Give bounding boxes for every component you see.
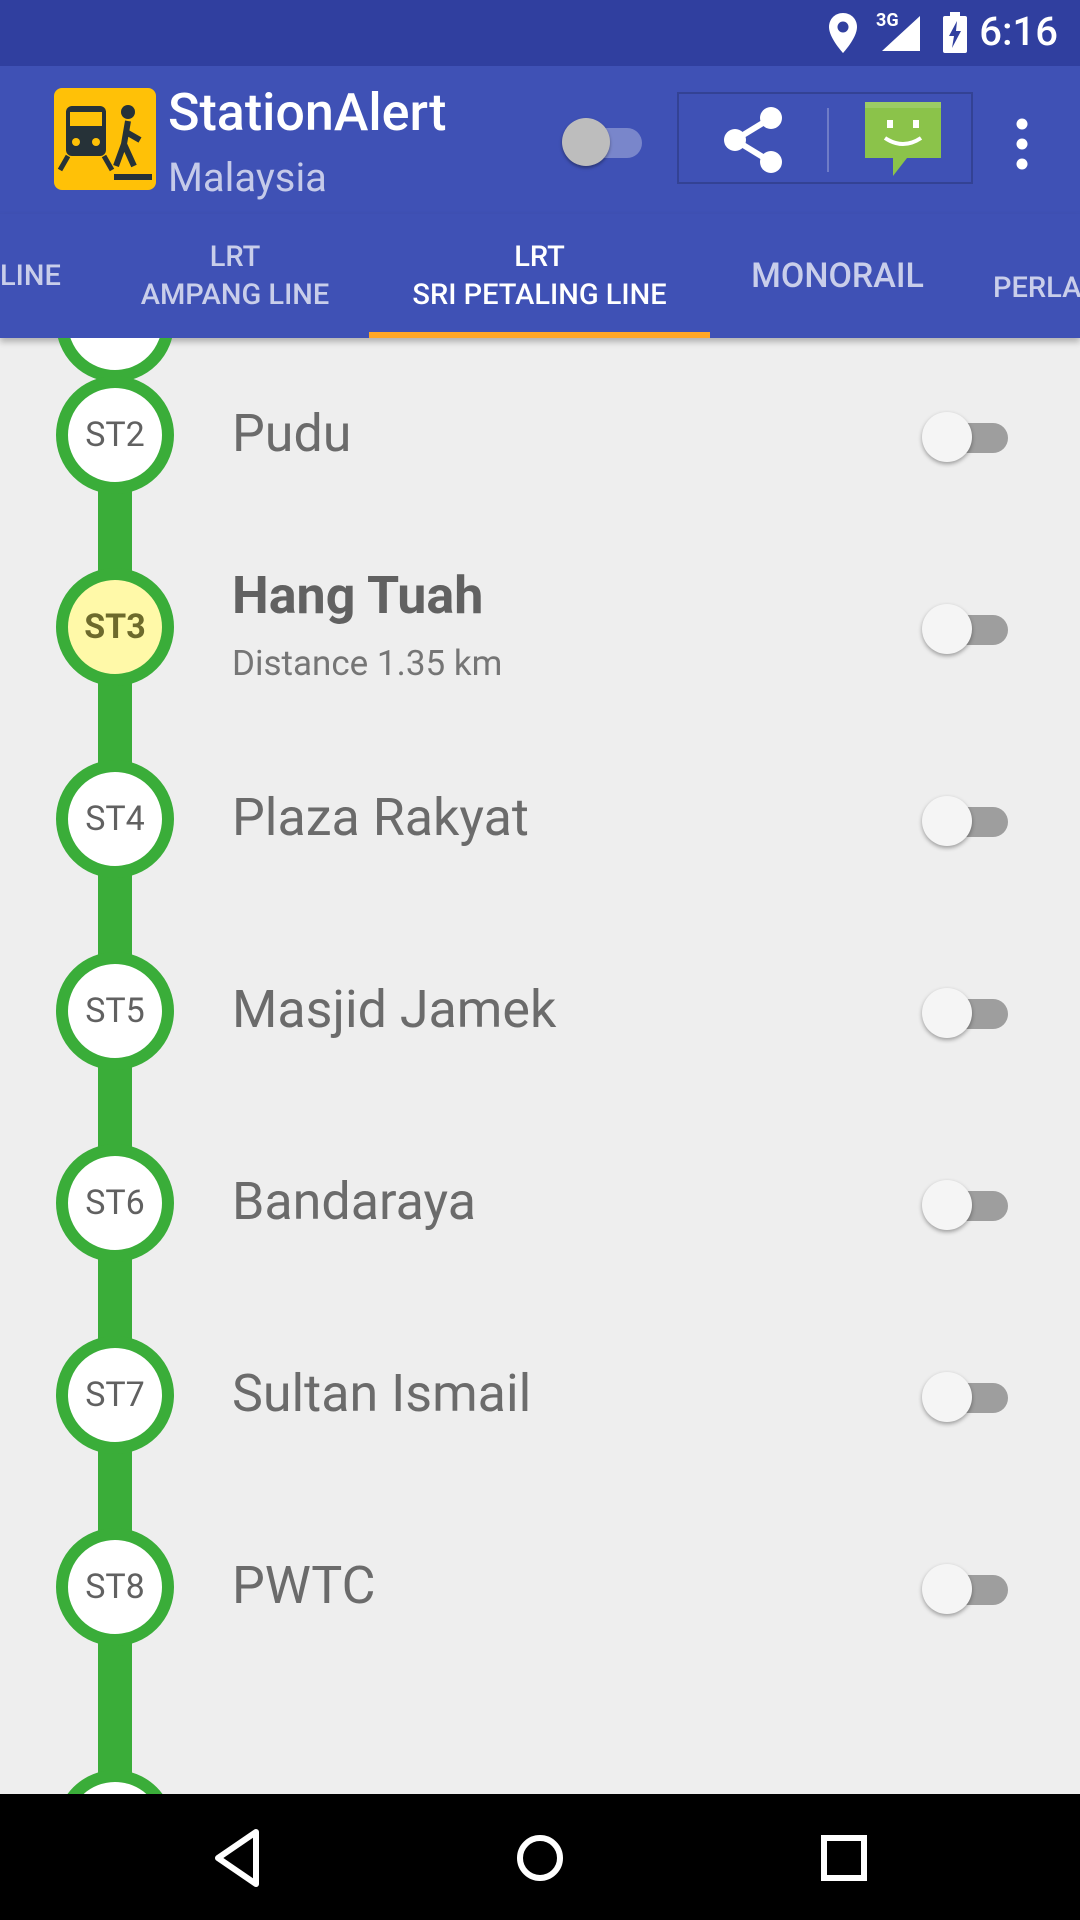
station-list[interactable]: ST2 Pudu ST3 Hang Tuah Distance 1.35 km … [0, 338, 1080, 1794]
app-subtitle: Malaysia [168, 154, 327, 201]
station-row[interactable]: ST5 Masjid Jamek [0, 915, 1080, 1107]
station-code-badge: ST2 [56, 376, 174, 494]
tab-lrt-sri-petaling-line[interactable]: LRT SRI PETALING LINE [369, 214, 710, 338]
station-code-badge: ST5 [56, 952, 174, 1070]
tab-label-line1: LRT [209, 240, 261, 274]
action-divider [827, 108, 829, 172]
toggle-thumb [922, 1372, 972, 1422]
app-title: StationAlert [168, 82, 447, 143]
back-button[interactable] [200, 1820, 276, 1896]
station-badge-partial [56, 1770, 174, 1794]
station-row[interactable]: ST8 PWTC [0, 1491, 1080, 1683]
tab-label-line2: SRI PETALING LINE [412, 278, 667, 312]
station-row[interactable]: ST7 Sultan Ismail [0, 1299, 1080, 1491]
feedback-button[interactable] [863, 100, 943, 178]
master-alert-toggle[interactable] [562, 114, 648, 168]
station-code-badge: ST4 [56, 760, 174, 878]
action-buttons-group [677, 92, 973, 184]
app-logo-icon [54, 88, 156, 190]
toggle-thumb [922, 1180, 972, 1230]
chat-icon [865, 102, 941, 176]
station-distance: Distance 1.35 km [232, 643, 503, 684]
station-alert-toggle[interactable] [922, 1561, 1016, 1615]
toggle-thumb [922, 796, 972, 846]
signal-icon [882, 16, 920, 51]
station-name: Pudu [232, 403, 352, 464]
line-tabs: LINE LRT AMPANG LINE LRT SRI PETALING LI… [0, 214, 1080, 338]
station-alert-toggle[interactable] [922, 601, 1016, 655]
station-alert-toggle[interactable] [922, 409, 1016, 463]
toggle-thumb [922, 412, 972, 462]
home-button[interactable] [502, 1820, 578, 1896]
toggle-thumb [922, 1564, 972, 1614]
tab-label-line2: LINE [0, 259, 61, 293]
share-button[interactable] [715, 102, 791, 178]
tab-line-partial[interactable]: LINE [0, 214, 70, 338]
location-icon [829, 13, 857, 53]
station-name: Masjid Jamek [232, 979, 557, 1040]
station-alert-toggle[interactable] [922, 1177, 1016, 1231]
station-alert-toggle[interactable] [922, 793, 1016, 847]
tab-perla-partial[interactable]: PERLA [993, 226, 1080, 338]
tab-label-line2: PERLA [993, 271, 1080, 305]
system-nav-bar [0, 1794, 1080, 1920]
station-code-badge: ST7 [56, 1336, 174, 1454]
home-icon [517, 1835, 563, 1881]
station-name: Hang Tuah [232, 565, 484, 626]
station-code-badge: ST6 [56, 1144, 174, 1262]
toggle-thumb [562, 118, 610, 166]
tab-label-line1: LRT [514, 240, 565, 274]
tab-monorail[interactable]: MONORAIL [725, 214, 950, 338]
battery-charging-icon [943, 12, 967, 53]
station-name: Plaza Rakyat [232, 787, 529, 848]
station-row-current[interactable]: ST3 Hang Tuah Distance 1.35 km [0, 531, 1080, 723]
tab-label-line2: MONORAIL [751, 256, 924, 296]
recents-button[interactable] [806, 1820, 882, 1896]
station-name: Sultan Ismail [232, 1363, 532, 1424]
clock: 6:16 [979, 8, 1058, 55]
station-row[interactable]: ST4 Plaza Rakyat [0, 723, 1080, 915]
station-code-badge: ST8 [56, 1528, 174, 1646]
station-alert-toggle[interactable] [922, 985, 1016, 1039]
toggle-thumb [922, 988, 972, 1038]
status-bar: 3G 6:16 [0, 0, 1080, 66]
station-row[interactable]: ST6 Bandaraya [0, 1107, 1080, 1299]
station-name: PWTC [232, 1555, 376, 1616]
station-name: Bandaraya [232, 1171, 477, 1232]
station-code-badge: ST3 [56, 568, 174, 686]
tab-label-line2: AMPANG LINE [140, 278, 330, 312]
toggle-thumb [922, 604, 972, 654]
back-icon [215, 1829, 259, 1887]
overflow-menu-button[interactable] [1002, 114, 1042, 174]
app-bar: StationAlert Malaysia [0, 66, 1080, 214]
more-vert-icon [1016, 118, 1028, 170]
tab-lrt-ampang-line[interactable]: LRT AMPANG LINE [110, 214, 360, 338]
station-alert-toggle[interactable] [922, 1369, 1016, 1423]
share-icon [724, 107, 782, 173]
recents-icon [821, 1835, 867, 1881]
station-row[interactable]: ST2 Pudu [0, 339, 1080, 531]
